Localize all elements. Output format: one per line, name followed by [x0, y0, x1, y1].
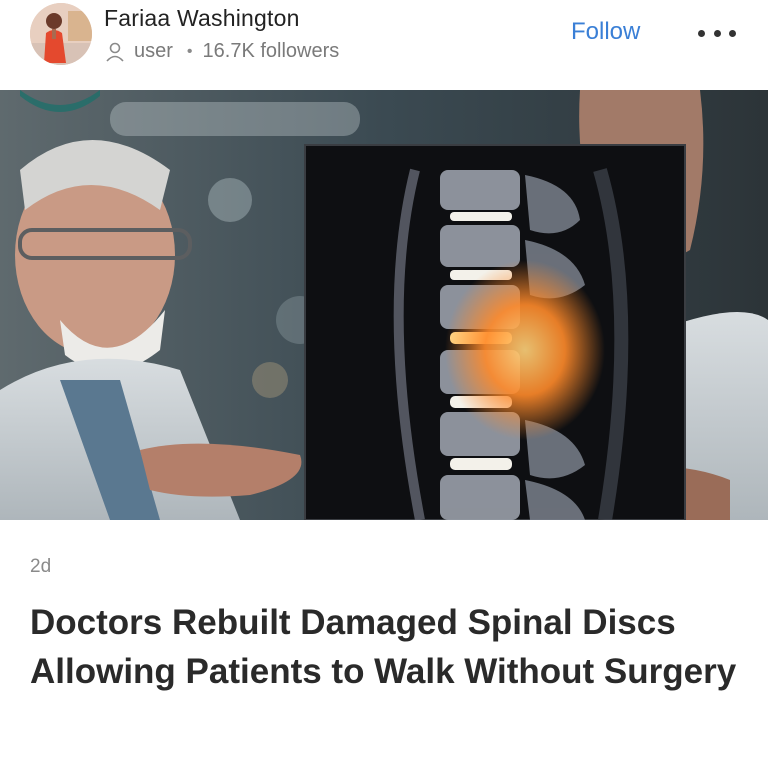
author-meta: user • 16.7K followers [104, 40, 339, 63]
user-icon [106, 42, 124, 62]
post-header: Fariaa Washington user • 16.7K followers… [0, 0, 768, 88]
post-image[interactable] [0, 90, 768, 520]
dot-icon [713, 29, 721, 37]
spine-scan-illustration [0, 90, 768, 520]
post-card: Fariaa Washington user • 16.7K followers… [0, 0, 768, 759]
dot-icon [729, 29, 736, 37]
post-headline[interactable]: Doctors Rebuilt Damaged Spinal Discs All… [30, 598, 740, 696]
more-options-icon[interactable] [698, 20, 736, 46]
author-avatar[interactable] [30, 3, 92, 65]
separator-dot: • [186, 42, 193, 60]
author-name[interactable]: Fariaa Washington [104, 5, 300, 32]
post-age: 2d [30, 556, 52, 577]
avatar-photo [30, 3, 92, 65]
follower-count: 16.7K followers [202, 40, 340, 62]
author-role: user [134, 40, 173, 62]
dot-icon [698, 29, 705, 37]
follow-button[interactable]: Follow [571, 18, 640, 46]
